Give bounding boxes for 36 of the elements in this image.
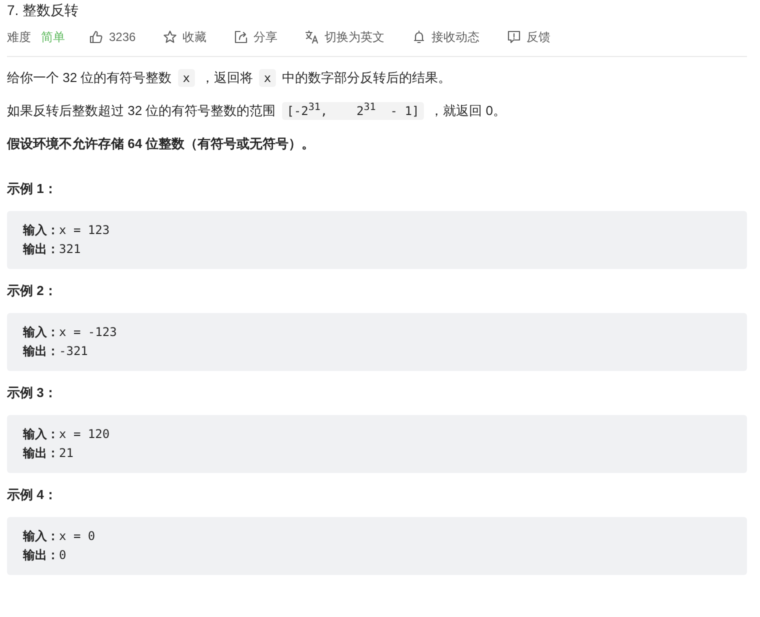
description-text: 中的数字部分反转后的结果。: [282, 70, 452, 85]
description-text: ，返回将: [200, 70, 253, 85]
code-line: 输入：x = -123: [23, 324, 117, 341]
description-text: 如果反转后整数超过 32 位的有符号整数的范围: [7, 103, 276, 118]
code-line: 输出：321: [23, 241, 81, 258]
code-line: 输出：-321: [23, 343, 88, 360]
feedback-button[interactable]: 反馈: [506, 28, 551, 46]
code-line: 输入：x = 123: [23, 222, 110, 239]
inline-code: x: [258, 69, 276, 87]
translate-button[interactable]: 切换为英文: [304, 28, 385, 46]
difficulty-tag: 简单: [41, 28, 65, 46]
description-text: 给你一个 32 位的有符号整数: [7, 70, 172, 85]
feedback-icon: [506, 30, 521, 44]
code-line: 输出：0: [23, 547, 66, 564]
example-heading: 示例 3：: [7, 384, 57, 402]
favorite-button[interactable]: 收藏: [162, 28, 207, 46]
example-heading: 示例 1：: [7, 180, 57, 198]
subscribe-button[interactable]: 接收动态: [412, 28, 480, 46]
like-button[interactable]: 3236: [89, 30, 136, 44]
bell-icon: [412, 30, 426, 44]
code-line: 输入：x = 0: [23, 528, 96, 545]
description-text: ，就返回 0。: [430, 103, 506, 118]
inline-code: [-2$^{31}$, 2$^{31}$ - 1]: [282, 102, 424, 120]
example-heading: 示例 2：: [7, 282, 57, 300]
example-heading: 示例 4：: [7, 486, 57, 504]
inline-code: x: [178, 69, 195, 87]
share-icon: [234, 30, 248, 44]
problem-title: 7. 整数反转: [7, 1, 79, 20]
thumbs-up-icon: [89, 30, 103, 44]
star-icon: [162, 30, 177, 44]
share-button[interactable]: 分享: [234, 28, 278, 46]
difficulty-label: 难度: [7, 28, 31, 46]
code-line: 输出：21: [23, 445, 74, 462]
translate-icon: [304, 30, 319, 44]
code-line: 输入：x = 120: [23, 426, 110, 443]
description-text: 假设环境不允许存储 64 位整数（有符号或无符号）。: [7, 136, 315, 151]
